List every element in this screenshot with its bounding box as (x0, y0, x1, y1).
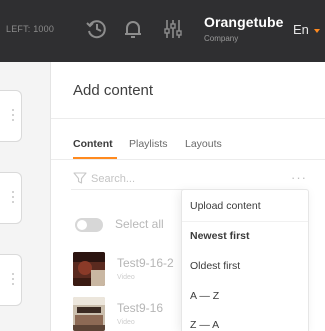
menu-item-z-a[interactable]: Z — A (190, 319, 219, 331)
filter-sliders-icon[interactable] (160, 16, 186, 42)
left-sidebar (0, 62, 50, 331)
item-title: Test9-16 (117, 301, 164, 315)
item-title: Test9-16-2 (117, 256, 174, 270)
menu-item-newest-first[interactable]: Newest first (190, 230, 250, 242)
menu-item-upload-content[interactable]: Upload content (190, 200, 261, 212)
search-bar (71, 168, 293, 190)
filter-funnel-icon (73, 172, 87, 184)
video-thumbnail (73, 297, 105, 331)
sidebar-card[interactable] (0, 254, 22, 306)
drag-handle-icon[interactable] (12, 109, 15, 124)
tab-layouts[interactable]: Layouts (185, 138, 222, 150)
tab-playlists[interactable]: Playlists (129, 138, 168, 150)
panel-title: Add content (73, 82, 154, 99)
left-counter: LEFT: 1000 (6, 24, 55, 34)
drag-handle-icon[interactable] (12, 273, 15, 288)
sort-options-menu: Upload content Newest first Oldest first… (181, 189, 309, 331)
select-all-label: Select all (115, 217, 164, 231)
history-icon[interactable] (84, 16, 110, 42)
search-input[interactable] (91, 170, 271, 188)
divider (182, 221, 308, 222)
sidebar-card[interactable] (0, 172, 22, 224)
item-type: Video (117, 274, 135, 281)
language-selector[interactable]: En (293, 22, 309, 37)
company-name[interactable]: Orangetube (204, 14, 284, 30)
menu-item-oldest-first[interactable]: Oldest first (190, 260, 240, 272)
tab-content[interactable]: Content (73, 138, 113, 150)
chevron-down-icon[interactable] (314, 29, 320, 33)
company-subtitle: Company (204, 34, 239, 43)
toggle-knob (77, 220, 87, 230)
divider (51, 159, 325, 160)
item-type: Video (117, 319, 135, 326)
top-bar: LEFT: 1000 Orangetube Company En (0, 0, 325, 62)
drag-handle-icon[interactable] (12, 191, 15, 206)
select-all-toggle[interactable] (75, 218, 103, 232)
divider (51, 118, 325, 119)
more-options-button[interactable]: ··· (287, 171, 311, 188)
sidebar-card[interactable] (0, 90, 22, 142)
video-thumbnail (73, 252, 105, 286)
menu-item-a-z[interactable]: A — Z (190, 290, 219, 302)
notification-bell-icon[interactable] (120, 16, 146, 42)
